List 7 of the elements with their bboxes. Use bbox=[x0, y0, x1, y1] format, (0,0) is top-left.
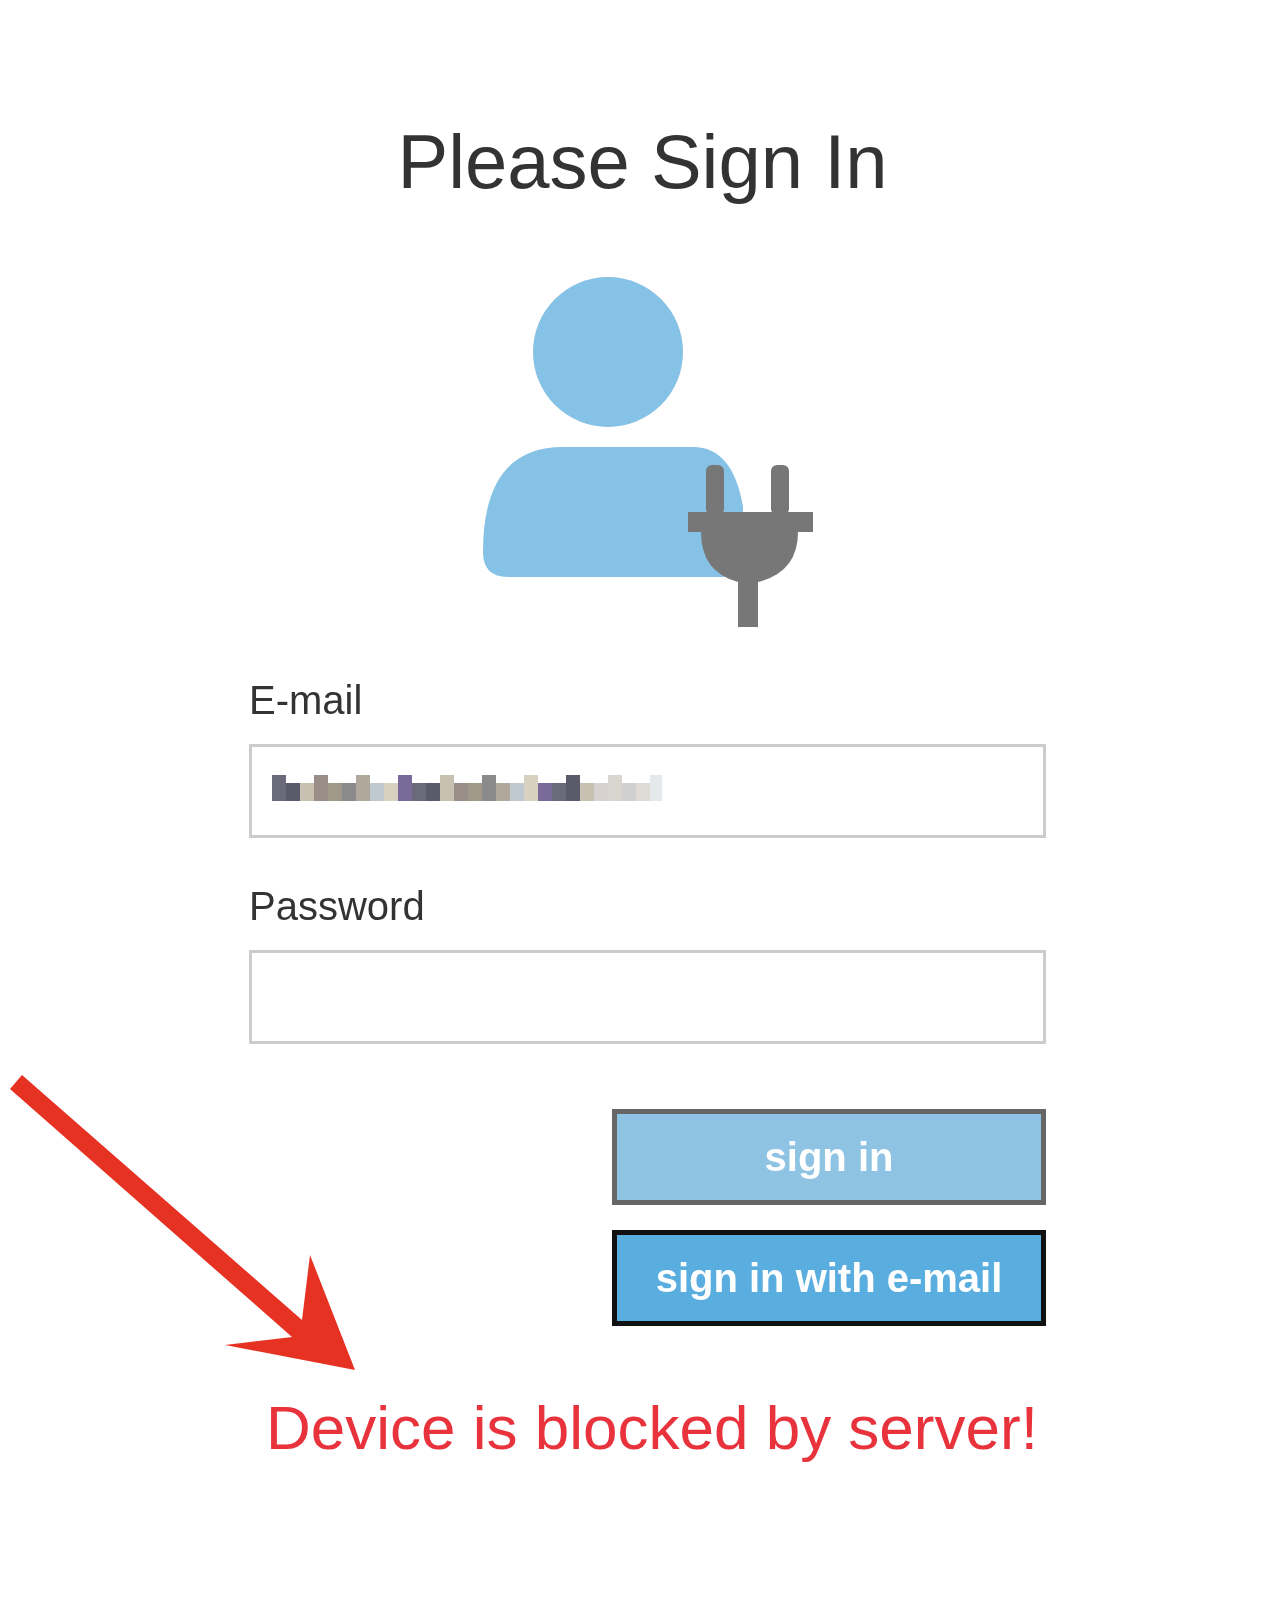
field-label: E-mail bbox=[249, 677, 363, 724]
field-label: Password bbox=[249, 883, 425, 930]
password-field[interactable] bbox=[249, 950, 1046, 1044]
email-field[interactable] bbox=[249, 744, 1046, 838]
page-title: Please Sign In bbox=[397, 119, 888, 204]
error-message: Device is blocked by server! bbox=[266, 1392, 1038, 1464]
sign-in-button[interactable]: sign in with e-mail bbox=[612, 1230, 1046, 1326]
